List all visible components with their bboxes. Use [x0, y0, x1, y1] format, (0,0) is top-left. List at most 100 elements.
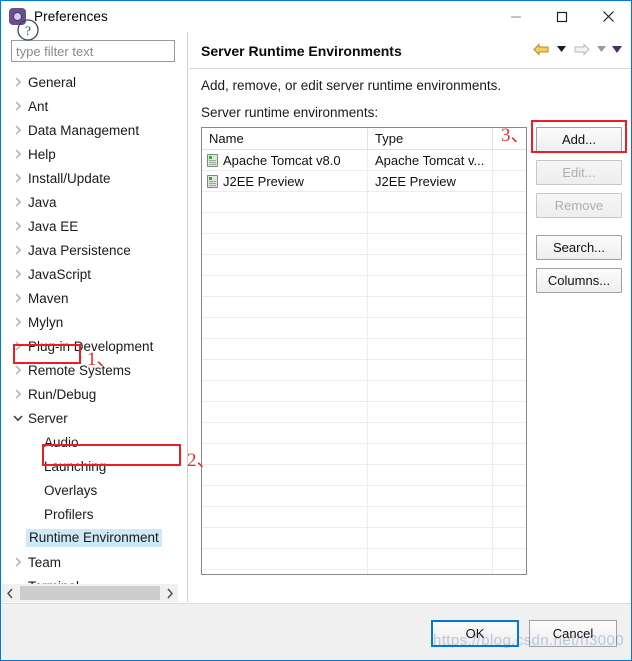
- table-row-empty[interactable]: [202, 570, 526, 574]
- chevron-right-icon[interactable]: [10, 262, 26, 286]
- sidebar-item-help[interactable]: Help: [2, 142, 180, 166]
- sidebar-item-launching[interactable]: Launching: [2, 454, 180, 478]
- sidebar-item-overlays[interactable]: Overlays: [2, 478, 180, 502]
- sidebar-item-data-management[interactable]: Data Management: [2, 118, 180, 142]
- chevron-right-icon[interactable]: [10, 166, 26, 190]
- back-arrow-icon[interactable]: [530, 39, 552, 59]
- cell-empty: [202, 297, 368, 317]
- chevron-right-icon[interactable]: [10, 334, 26, 358]
- sidebar-item-plug-in-development[interactable]: Plug-in Development: [2, 334, 180, 358]
- table-row-empty[interactable]: [202, 192, 526, 213]
- table-row-empty[interactable]: [202, 549, 526, 570]
- table-row-empty[interactable]: [202, 528, 526, 549]
- add-button[interactable]: Add...: [536, 127, 622, 152]
- cell-empty: [202, 339, 368, 359]
- table-row-empty[interactable]: [202, 507, 526, 528]
- forward-arrow-icon[interactable]: [570, 39, 592, 59]
- table-row-empty[interactable]: [202, 402, 526, 423]
- table-row-empty[interactable]: [202, 297, 526, 318]
- chevron-right-icon[interactable]: [10, 238, 26, 262]
- table-row-empty[interactable]: [202, 339, 526, 360]
- sidebar-item-install-update[interactable]: Install/Update: [2, 166, 180, 190]
- chevron-right-icon[interactable]: [10, 550, 26, 574]
- sidebar-horizontal-scrollbar[interactable]: [2, 584, 178, 602]
- back-menu-chevron-down-icon[interactable]: [554, 39, 568, 59]
- sidebar-item-audio[interactable]: Audio: [2, 430, 180, 454]
- column-header-name[interactable]: Name: [202, 128, 368, 149]
- cell-empty: [493, 423, 526, 443]
- server-icon: [207, 174, 218, 188]
- sidebar-item-server[interactable]: Server: [2, 406, 180, 430]
- runtime-environments-table[interactable]: Name Type Apache Tomcat v8.0 Apache Tomca…: [201, 127, 527, 575]
- table-row-empty[interactable]: [202, 318, 526, 339]
- table-row[interactable]: J2EE Preview J2EE Preview: [202, 171, 526, 192]
- sidebar-item-label: Help: [28, 146, 56, 162]
- minimize-icon[interactable]: [493, 1, 539, 32]
- close-icon[interactable]: [585, 1, 631, 32]
- chevron-right-icon[interactable]: [10, 142, 26, 166]
- cancel-button[interactable]: Cancel: [529, 620, 617, 647]
- sidebar-item-general[interactable]: General: [2, 70, 180, 94]
- maximize-icon[interactable]: [539, 1, 585, 32]
- sidebar-item-profilers[interactable]: Profilers: [2, 502, 180, 526]
- column-header-extra[interactable]: [493, 128, 526, 149]
- chevron-right-icon[interactable]: [10, 190, 26, 214]
- sidebar-item-run-debug[interactable]: Run/Debug: [2, 382, 180, 406]
- sidebar-item-label: Maven: [28, 290, 69, 306]
- view-menu-chevron-down-icon[interactable]: [610, 39, 624, 59]
- sidebar-item-runtime-environment[interactable]: Runtime Environment: [2, 526, 180, 550]
- chevron-right-icon[interactable]: [10, 70, 26, 94]
- sidebar-item-team[interactable]: Team: [2, 550, 180, 574]
- forward-menu-chevron-down-icon[interactable]: [594, 39, 608, 59]
- chevron-right-icon[interactable]: [10, 358, 26, 382]
- sidebar-item-remote-systems[interactable]: Remote Systems: [2, 358, 180, 382]
- chevron-right-icon[interactable]: [10, 214, 26, 238]
- ok-button[interactable]: OK: [431, 620, 519, 647]
- cell-empty: [493, 297, 526, 317]
- cell-empty: [202, 549, 368, 569]
- table-row-empty[interactable]: [202, 486, 526, 507]
- search-button[interactable]: Search...: [536, 235, 622, 260]
- table-row-empty[interactable]: [202, 213, 526, 234]
- preferences-page: Server Runtime Environments Add, remove,…: [187, 32, 631, 602]
- chevron-right-icon[interactable]: [10, 310, 26, 334]
- chevron-right-icon[interactable]: [10, 118, 26, 142]
- table-row[interactable]: Apache Tomcat v8.0 Apache Tomcat v...: [202, 150, 526, 171]
- sidebar-item-java-persistence[interactable]: Java Persistence: [2, 238, 180, 262]
- columns-button[interactable]: Columns...: [536, 268, 622, 293]
- cell-name: Apache Tomcat v8.0: [202, 150, 368, 170]
- cell-empty: [493, 444, 526, 464]
- sidebar-item-java[interactable]: Java: [2, 190, 180, 214]
- sidebar-item-label: Java Persistence: [28, 242, 131, 258]
- chevron-right-icon[interactable]: [10, 94, 26, 118]
- cell-empty: [493, 402, 526, 422]
- chevron-right-icon[interactable]: [10, 382, 26, 406]
- sidebar-item-label: General: [28, 74, 77, 90]
- chevron-left-icon[interactable]: [2, 584, 19, 602]
- filter-input[interactable]: [11, 40, 175, 62]
- table-row-empty[interactable]: [202, 255, 526, 276]
- table-row-empty[interactable]: [202, 465, 526, 486]
- table-row-empty[interactable]: [202, 381, 526, 402]
- chevron-right-icon[interactable]: [161, 584, 178, 602]
- table-row-empty[interactable]: [202, 234, 526, 255]
- sidebar-item-javascript[interactable]: JavaScript: [2, 262, 180, 286]
- sidebar-item-label: Plug-in Development: [28, 338, 154, 354]
- chevron-right-icon[interactable]: [10, 286, 26, 310]
- help-icon[interactable]: ?: [16, 18, 40, 42]
- table-row-empty[interactable]: [202, 423, 526, 444]
- preferences-tree[interactable]: General Ant Data Management Help Install/Upd…: [2, 70, 180, 615]
- sidebar-item-mylyn[interactable]: Mylyn: [2, 310, 180, 334]
- sidebar-item-label: Java: [28, 194, 57, 210]
- sidebar-item-maven[interactable]: Maven: [2, 286, 180, 310]
- sidebar-item-ant[interactable]: Ant: [2, 94, 180, 118]
- table-row-empty[interactable]: [202, 276, 526, 297]
- scrollbar-thumb[interactable]: [20, 586, 160, 600]
- sidebar-item-java-ee[interactable]: Java EE: [2, 214, 180, 238]
- chevron-down-icon[interactable]: [10, 406, 26, 430]
- column-header-type[interactable]: Type: [368, 128, 493, 149]
- cell-empty: [202, 234, 368, 254]
- table-row-empty[interactable]: [202, 444, 526, 465]
- table-row-empty[interactable]: [202, 360, 526, 381]
- cell-empty: [493, 318, 526, 338]
